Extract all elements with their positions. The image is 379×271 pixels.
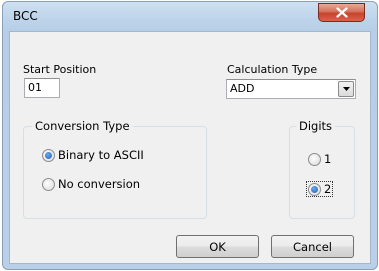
ok-button[interactable]: OK — [176, 235, 259, 258]
digits-group: Digits 1 2 — [289, 119, 355, 219]
radio-button[interactable] — [308, 182, 321, 196]
radio-digits-1[interactable]: 1 — [308, 152, 331, 166]
start-position-label: Start Position — [23, 63, 97, 76]
close-icon — [335, 7, 348, 18]
window-title: BCC — [13, 9, 38, 23]
dialog-window: BCC Start Position 01 Calculation Type A… — [2, 1, 378, 270]
title-bar[interactable]: BCC — [3, 2, 377, 32]
radio-label: 2 — [324, 182, 332, 196]
chevron-down-icon — [342, 87, 350, 91]
start-position-input[interactable]: 01 — [24, 78, 60, 98]
calculation-type-label: Calculation Type — [227, 63, 318, 76]
digits-title: Digits — [296, 119, 336, 133]
radio-label: 1 — [324, 152, 332, 166]
radio-binary-to-ascii[interactable]: Binary to ASCII — [42, 148, 144, 162]
radio-label: Binary to ASCII — [58, 148, 144, 162]
radio-digits-2[interactable]: 2 — [306, 181, 334, 197]
conversion-type-title: Conversion Type — [32, 119, 133, 133]
radio-label: No conversion — [58, 177, 141, 191]
dialog-body: Start Position 01 Calculation Type ADD C… — [9, 31, 371, 264]
calculation-type-value: ADD — [230, 82, 255, 95]
close-button[interactable] — [318, 3, 365, 22]
radio-button[interactable] — [42, 148, 55, 162]
radio-no-conversion[interactable]: No conversion — [42, 177, 140, 191]
dropdown-button[interactable] — [338, 81, 354, 97]
cancel-button[interactable]: Cancel — [271, 235, 354, 258]
calculation-type-select[interactable]: ADD — [226, 79, 356, 99]
conversion-type-group: Conversion Type Binary to ASCII No conve… — [23, 119, 207, 219]
radio-button[interactable] — [42, 177, 55, 191]
radio-button[interactable] — [308, 152, 321, 166]
